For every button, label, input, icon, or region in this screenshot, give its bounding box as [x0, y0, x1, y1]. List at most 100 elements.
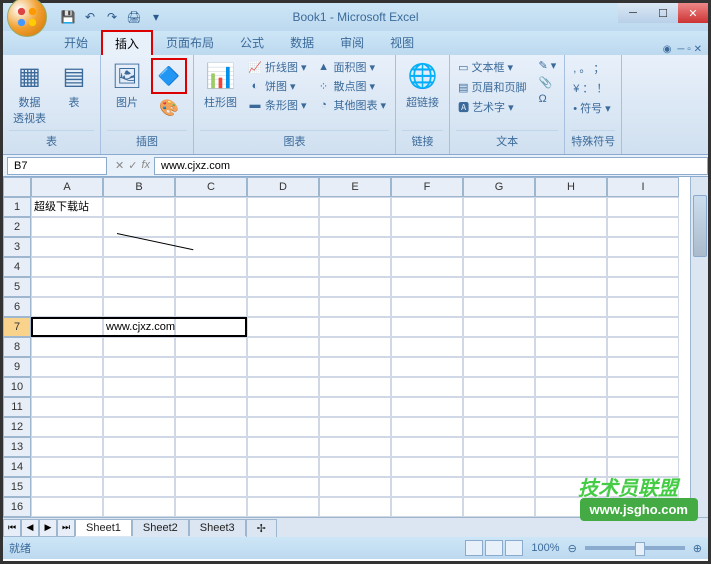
- cell[interactable]: [535, 277, 607, 297]
- page-break-view-button[interactable]: [505, 540, 523, 556]
- cell[interactable]: [607, 377, 679, 397]
- qat-dropdown-icon[interactable]: ▾: [147, 8, 165, 26]
- row-header[interactable]: 2: [3, 217, 31, 237]
- cell[interactable]: [463, 317, 535, 337]
- cell[interactable]: [607, 237, 679, 257]
- zoom-out-button[interactable]: ⊖: [568, 542, 577, 555]
- cell[interactable]: [319, 397, 391, 417]
- help-icon[interactable]: ◉: [663, 44, 672, 55]
- cell[interactable]: [103, 437, 175, 457]
- cell[interactable]: [535, 317, 607, 337]
- cell[interactable]: [31, 497, 103, 517]
- cell[interactable]: [31, 257, 103, 277]
- cell[interactable]: [31, 357, 103, 377]
- tab-review[interactable]: 审阅: [327, 30, 377, 55]
- cancel-formula-icon[interactable]: ✕: [115, 159, 124, 172]
- cell[interactable]: [391, 437, 463, 457]
- cell[interactable]: [391, 337, 463, 357]
- print-preview-icon[interactable]: 🖨: [125, 8, 143, 26]
- pivot-table-button[interactable]: ▦ 数据 透视表: [9, 58, 50, 128]
- other-chart-button[interactable]: ◔其他图表 ▾: [314, 96, 390, 114]
- sheet-nav-prev[interactable]: ◀: [21, 519, 39, 537]
- cell[interactable]: [31, 317, 103, 337]
- cell[interactable]: [319, 417, 391, 437]
- cell[interactable]: [535, 337, 607, 357]
- cell[interactable]: [31, 277, 103, 297]
- cell[interactable]: [319, 457, 391, 477]
- cell[interactable]: [607, 257, 679, 277]
- cell[interactable]: [535, 297, 607, 317]
- cell[interactable]: [463, 457, 535, 477]
- select-all-corner[interactable]: [3, 177, 31, 197]
- sheet-nav-first[interactable]: ⏮: [3, 519, 21, 537]
- tab-insert[interactable]: 插入: [101, 30, 153, 55]
- cell[interactable]: [31, 337, 103, 357]
- cell[interactable]: [391, 297, 463, 317]
- cell[interactable]: [175, 437, 247, 457]
- cell[interactable]: [391, 217, 463, 237]
- cell[interactable]: [607, 357, 679, 377]
- pie-chart-button[interactable]: ◐饼图 ▾: [245, 77, 310, 95]
- cell[interactable]: [103, 417, 175, 437]
- cell[interactable]: [391, 357, 463, 377]
- sheet-nav-last[interactable]: ⏭: [57, 519, 75, 537]
- column-header[interactable]: E: [319, 177, 391, 197]
- column-header[interactable]: F: [391, 177, 463, 197]
- row-header[interactable]: 15: [3, 477, 31, 497]
- cell[interactable]: [319, 357, 391, 377]
- cell[interactable]: [103, 337, 175, 357]
- undo-icon[interactable]: ↶: [81, 8, 99, 26]
- cell[interactable]: [607, 337, 679, 357]
- cell[interactable]: [175, 337, 247, 357]
- enter-formula-icon[interactable]: ✓: [128, 159, 137, 172]
- cell[interactable]: [103, 477, 175, 497]
- cell[interactable]: [319, 277, 391, 297]
- cell[interactable]: [607, 397, 679, 417]
- save-icon[interactable]: 💾: [59, 8, 77, 26]
- cell[interactable]: [103, 277, 175, 297]
- cell[interactable]: [535, 377, 607, 397]
- cell[interactable]: [463, 377, 535, 397]
- cell[interactable]: [535, 417, 607, 437]
- cell[interactable]: [463, 277, 535, 297]
- cell[interactable]: [391, 377, 463, 397]
- cell[interactable]: [31, 297, 103, 317]
- name-box[interactable]: B7: [7, 157, 107, 175]
- sheet-tab-1[interactable]: Sheet1: [75, 519, 132, 536]
- cell[interactable]: [247, 337, 319, 357]
- cell[interactable]: [319, 477, 391, 497]
- cell[interactable]: [391, 237, 463, 257]
- row-header[interactable]: 13: [3, 437, 31, 457]
- minimize-ribbon-icon[interactable]: ─ ▫ ✕: [677, 44, 702, 55]
- cell[interactable]: [103, 297, 175, 317]
- cell[interactable]: [247, 417, 319, 437]
- hyperlink-button[interactable]: 🌐 超链接: [402, 58, 443, 112]
- cell[interactable]: [103, 197, 175, 217]
- column-header[interactable]: I: [607, 177, 679, 197]
- cell[interactable]: [391, 257, 463, 277]
- row-header[interactable]: 6: [3, 297, 31, 317]
- cell[interactable]: [103, 357, 175, 377]
- cell[interactable]: [175, 297, 247, 317]
- cell[interactable]: [607, 277, 679, 297]
- row-header[interactable]: 3: [3, 237, 31, 257]
- column-header[interactable]: D: [247, 177, 319, 197]
- cell[interactable]: [463, 257, 535, 277]
- cell[interactable]: [175, 257, 247, 277]
- cell[interactable]: [247, 297, 319, 317]
- sheet-tab-2[interactable]: Sheet2: [132, 519, 189, 536]
- cell[interactable]: [175, 357, 247, 377]
- cell[interactable]: [463, 477, 535, 497]
- cell[interactable]: [175, 377, 247, 397]
- zoom-slider[interactable]: [585, 546, 685, 550]
- cell[interactable]: [103, 237, 175, 257]
- tab-data[interactable]: 数据: [277, 30, 327, 55]
- cell[interactable]: [463, 337, 535, 357]
- tab-formulas[interactable]: 公式: [227, 30, 277, 55]
- cell[interactable]: [319, 497, 391, 517]
- cell[interactable]: [463, 217, 535, 237]
- cell[interactable]: www.cjxz.com: [103, 317, 175, 337]
- cell[interactable]: [319, 197, 391, 217]
- cell[interactable]: [175, 417, 247, 437]
- cell[interactable]: [31, 237, 103, 257]
